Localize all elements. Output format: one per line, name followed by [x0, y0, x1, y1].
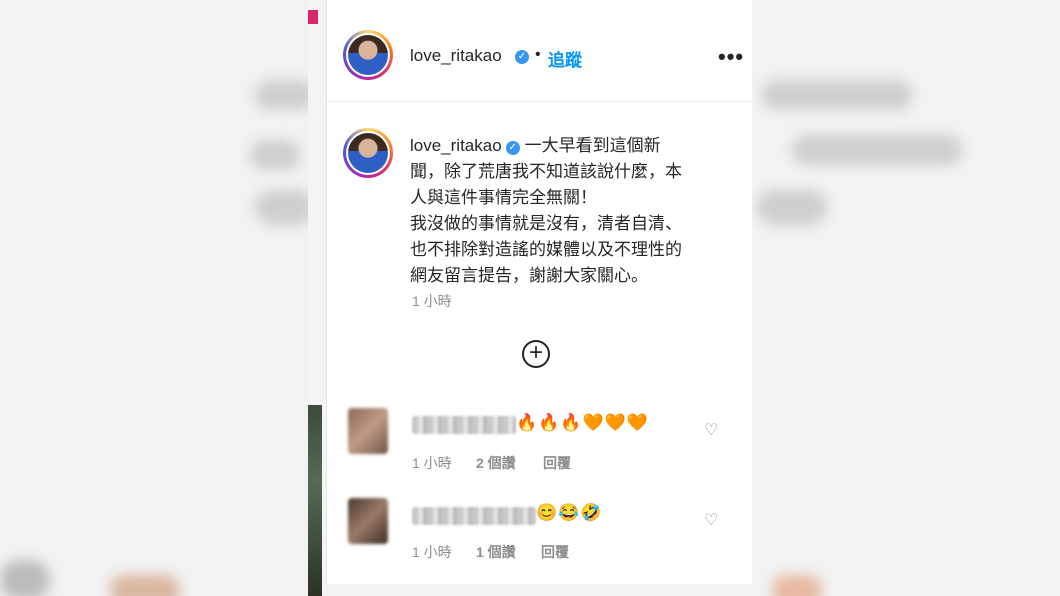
- blurred-background-left: [0, 0, 308, 596]
- more-options-icon[interactable]: •••: [718, 44, 744, 70]
- load-more-comments-icon[interactable]: +: [522, 340, 550, 368]
- image-edge-strip: [308, 405, 322, 596]
- profile-avatar[interactable]: [343, 30, 393, 80]
- like-heart-icon[interactable]: ♡: [704, 510, 718, 530]
- blurred-comment-username[interactable]: [412, 416, 516, 434]
- caption-verified-icon: ✓: [505, 141, 520, 155]
- caption-profile-photo: [348, 133, 388, 173]
- reply-button[interactable]: 回覆: [541, 542, 569, 562]
- blurred-background-right: [752, 0, 1060, 596]
- comment-likes[interactable]: 2 個讚: [476, 453, 516, 473]
- post-header: love_ritakao ✓ • 追蹤 •••: [326, 10, 752, 102]
- comment-avatar[interactable]: [348, 408, 388, 454]
- reply-button[interactable]: 回覆: [543, 453, 571, 473]
- comment-time[interactable]: 1 小時: [412, 542, 452, 562]
- follow-button[interactable]: 追蹤: [548, 46, 582, 71]
- caption-timestamp[interactable]: 1 小時: [412, 291, 452, 311]
- comment-time[interactable]: 1 小時: [412, 453, 452, 473]
- instagram-post-panel: love_ritakao ✓ • 追蹤 ••• love_ritakao ✓ 一大早…: [308, 0, 752, 596]
- comment-likes[interactable]: 1 個讚: [476, 542, 516, 562]
- caption-username[interactable]: love_ritakao: [410, 136, 502, 155]
- caption-avatar[interactable]: [343, 128, 393, 178]
- blurred-comment-username[interactable]: [412, 507, 536, 525]
- verified-badge-icon: ✓: [515, 50, 529, 64]
- caption: love_ritakao ✓ 一大早看到這個新 聞，除了荒唐我不知道該說什麼，本 人…: [410, 133, 740, 289]
- comment-text: 🔥🔥🔥🧡🧡🧡: [516, 413, 650, 432]
- separator-dot: •: [535, 46, 541, 63]
- comment-avatar[interactable]: [348, 498, 388, 544]
- bottom-divider: [326, 584, 752, 596]
- like-heart-icon[interactable]: ♡: [704, 420, 718, 440]
- pink-marker: [308, 10, 318, 24]
- caption-body: 一大早看到這個新 聞，除了荒唐我不知道該說什麼，本 人與這件事情完全無關！ 我沒…: [410, 136, 682, 285]
- comment-text: 😊😂🤣: [536, 503, 603, 522]
- profile-photo: [348, 35, 388, 75]
- header-username[interactable]: love_ritakao: [410, 46, 502, 66]
